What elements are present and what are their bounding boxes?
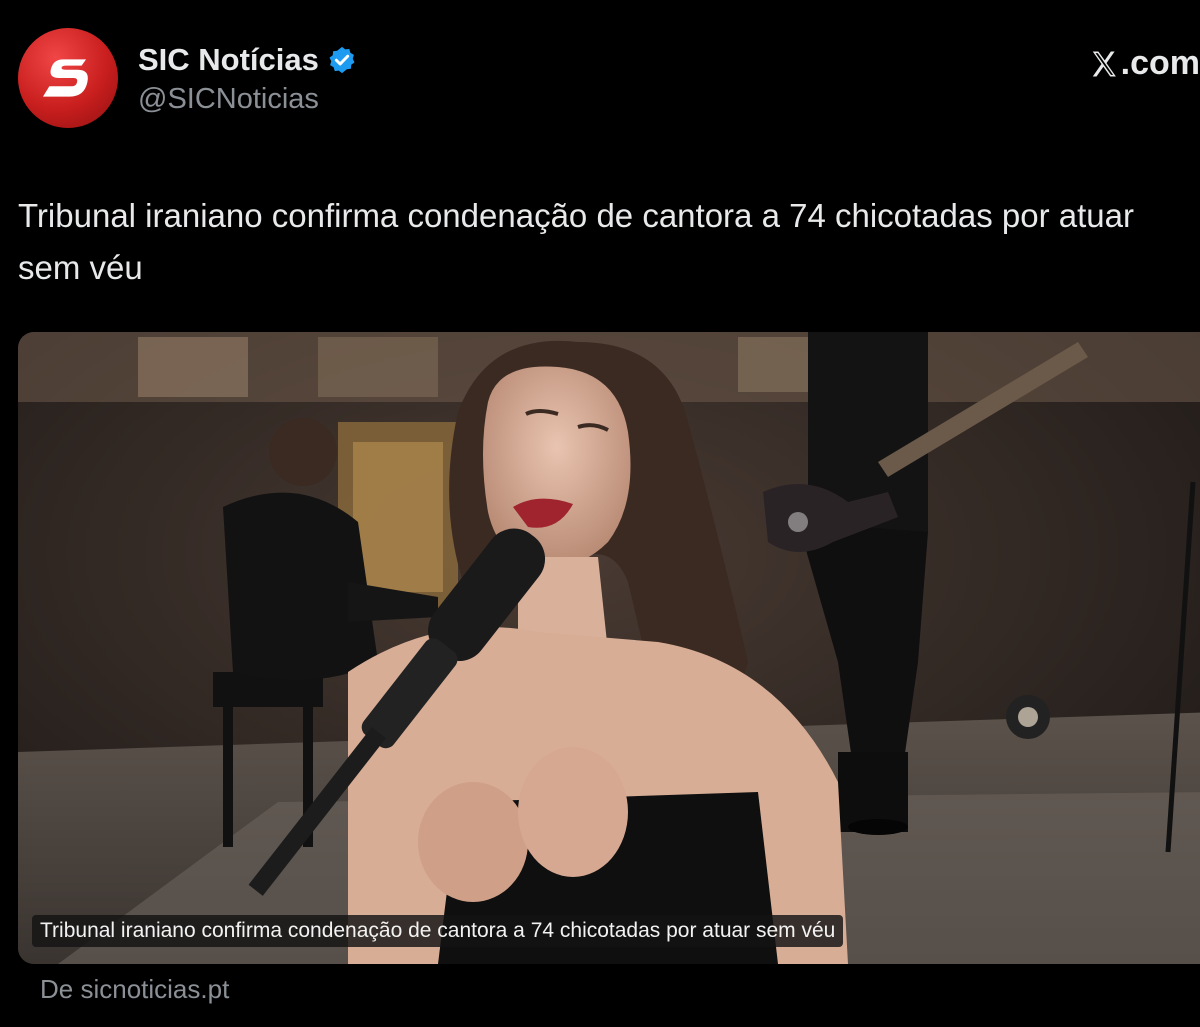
video-thumbnail-image	[18, 332, 1200, 964]
media-caption: Tribunal iraniano confirma condenação de…	[32, 915, 844, 947]
brand-label: .com	[1120, 44, 1200, 82]
verified-badge-icon	[329, 46, 355, 74]
x-com-brand: .com	[1089, 44, 1200, 83]
avatar[interactable]	[18, 28, 118, 128]
x-logo-icon	[1092, 51, 1116, 76]
link-source[interactable]: De sicnoticias.pt	[40, 974, 229, 1005]
media-card[interactable]: Tribunal iraniano confirma condenação de…	[18, 332, 1200, 964]
author-name[interactable]: SIC Notícias	[138, 42, 319, 78]
post-text: Tribunal iraniano confirma condenação de…	[18, 197, 1134, 286]
author-name-row[interactable]: SIC Notícias	[138, 42, 357, 78]
author-handle[interactable]: @SICNoticias	[138, 83, 319, 116]
sic-logo-icon	[42, 59, 88, 97]
